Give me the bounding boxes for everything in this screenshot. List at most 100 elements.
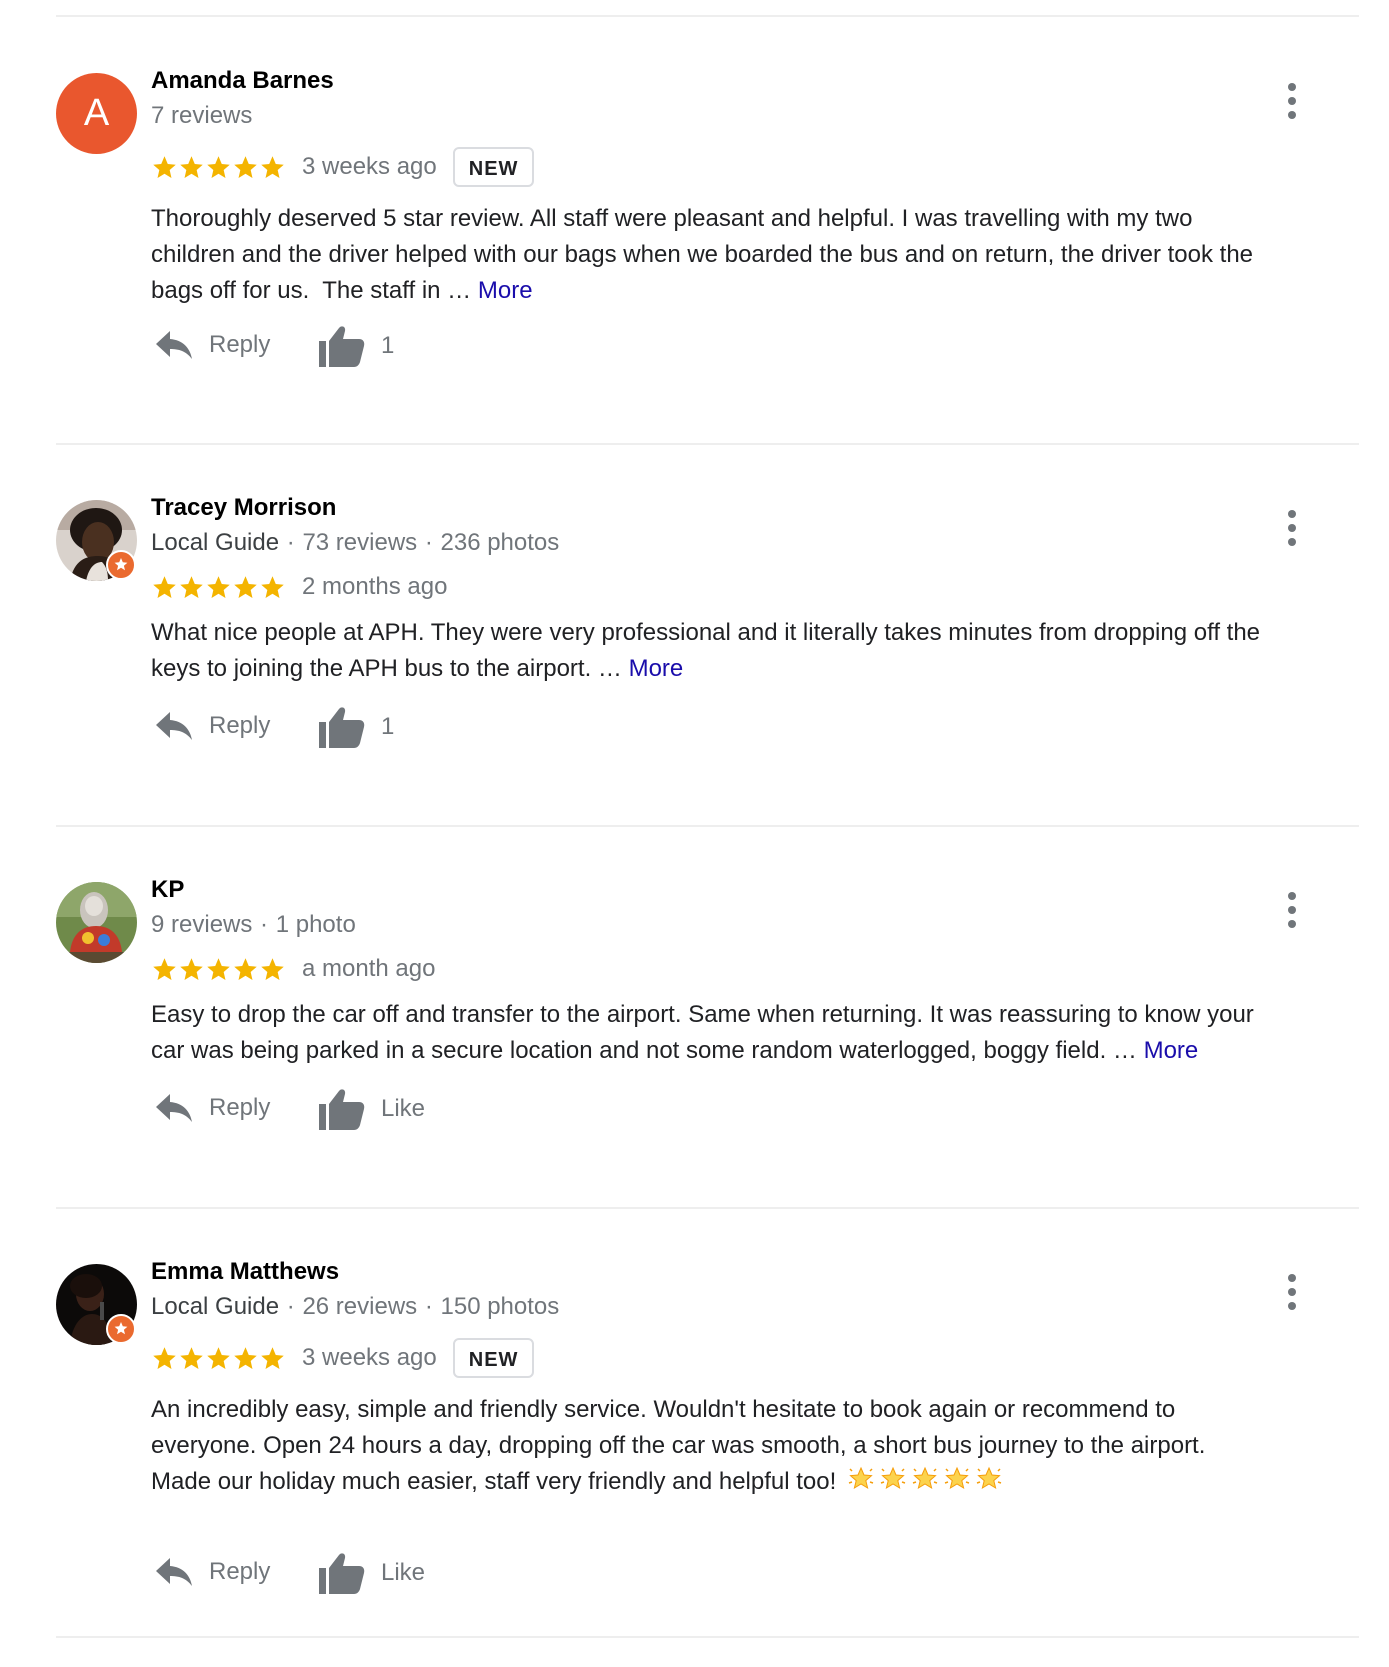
glowing-star-emoji [848,1466,874,1490]
photo-count: 150 photos [440,1293,560,1320]
meta-separator: · [286,1293,295,1320]
divider [56,1207,1359,1209]
emoji-stars [843,1466,1003,1495]
review-count: 9 reviews [151,911,253,938]
rating-row: a month ago [151,947,435,991]
like-label: Like [381,1095,426,1122]
thumbs-up-icon [319,326,365,367]
review-time: 3 weeks ago [302,1344,437,1371]
review-text: What nice people at APH. They were very … [151,615,1361,687]
reviewer-meta: 7 reviews [151,102,252,130]
review-text: Easy to drop the car off and transfer to… [151,997,1361,1069]
reviewer-meta: Local Guide · 73 reviews · 236 photos [151,529,559,557]
glowing-star-emoji [912,1466,938,1490]
like-button[interactable]: 1 [319,706,394,748]
reply-label: Reply [209,712,271,739]
like-button[interactable]: Like [319,1088,425,1130]
rating-row: 3 weeks ago NEW [151,145,535,189]
review-text-fragment: Made our holiday much easier, staff very… [151,1468,843,1495]
review-text-fragment: car was being parked in a secure locatio… [151,1037,1144,1064]
review-text-line: bags off for us. The staff in … More [151,273,1361,309]
more-options-button[interactable] [1280,81,1304,121]
thumbs-up-icon [319,1553,365,1594]
review-text: An incredibly easy, simple and friendly … [151,1392,1361,1500]
like-button[interactable]: Like [319,1552,425,1594]
star-icon [180,575,203,598]
like-count: 1 [381,332,395,359]
like-button[interactable]: 1 [319,325,394,367]
star-icon [180,957,203,980]
review-time: 2 months ago [302,573,448,600]
review-text-line: children and the driver helped with our … [151,241,1254,268]
star-icon [261,155,284,178]
star-icon [261,1346,284,1369]
like-label: Like [381,1559,426,1586]
review-text-line: car was being parked in a secure locatio… [151,1033,1361,1069]
avatar[interactable]: A [56,73,137,154]
star-icon [153,957,176,980]
glowing-star-emoji [880,1466,906,1490]
reply-button[interactable]: Reply [155,329,270,361]
local-guide-badge-icon [106,1314,136,1344]
star-icon [261,957,284,980]
more-options-button[interactable] [1280,1272,1304,1312]
reviewer-name[interactable]: KP [151,876,184,904]
star-icon [234,1346,257,1369]
meta-separator: · [424,529,433,556]
reviewer-name[interactable]: Tracey Morrison [151,494,336,522]
reply-label: Reply [209,331,271,358]
kebab-menu-icon [1288,510,1296,546]
reviewer-name[interactable]: Amanda Barnes [151,67,334,95]
thumbs-up-icon [319,1089,365,1130]
reply-button[interactable]: Reply [155,710,270,742]
review-count: 26 reviews [302,1293,418,1320]
star-rating [151,1345,286,1372]
star-icon [153,1346,176,1369]
glowing-star-emoji [976,1466,1002,1490]
avatar[interactable] [56,500,137,581]
star-icon [234,575,257,598]
avatar[interactable] [56,882,137,963]
reply-button[interactable]: Reply [155,1556,270,1588]
star-icon [180,155,203,178]
star-icon [180,1346,203,1369]
more-link[interactable]: More [1144,1037,1199,1064]
kebab-menu-icon [1288,83,1296,119]
meta-separator: · [424,1293,433,1320]
divider [56,15,1359,17]
review-text-line: Made our holiday much easier, staff very… [151,1464,1361,1500]
glowing-star-emoji [944,1466,970,1490]
meta-separator: · [260,911,269,938]
local-guide-badge-icon [106,550,136,580]
more-options-button[interactable] [1280,890,1304,930]
review-text-line: everyone. Open 24 hours a day, dropping … [151,1432,1206,1459]
more-link[interactable]: More [478,277,533,304]
review-time: a month ago [302,955,436,982]
star-icon [153,575,176,598]
kebab-menu-icon [1288,892,1296,928]
reply-button[interactable]: Reply [155,1092,270,1124]
reviewer-meta: Local Guide · 26 reviews · 150 photos [151,1293,559,1321]
like-count: 1 [381,713,395,740]
star-icon [234,155,257,178]
photo-count: 1 photo [275,911,356,938]
local-guide-label: Local Guide [151,1293,280,1320]
more-options-button[interactable] [1280,508,1304,548]
reviewer-name[interactable]: Emma Matthews [151,1258,339,1286]
review-time: 3 weeks ago [302,153,437,180]
star-icon [207,957,230,980]
star-icon [207,155,230,178]
divider [56,1636,1359,1638]
star-icon [153,155,176,178]
reply-label: Reply [209,1094,271,1121]
review-text-fragment: bags off for us. The staff in … [151,277,478,304]
star-rating [151,154,286,181]
more-link[interactable]: More [629,655,684,682]
review-count: 73 reviews [302,529,418,556]
meta-separator: · [286,529,295,556]
avatar-letter: A [56,73,137,154]
review-text: Thoroughly deserved 5 star review. All s… [151,201,1361,309]
review-text-line: An incredibly easy, simple and friendly … [151,1396,1176,1423]
rating-row: 3 weeks ago NEW [151,1336,535,1380]
avatar[interactable] [56,1264,137,1345]
